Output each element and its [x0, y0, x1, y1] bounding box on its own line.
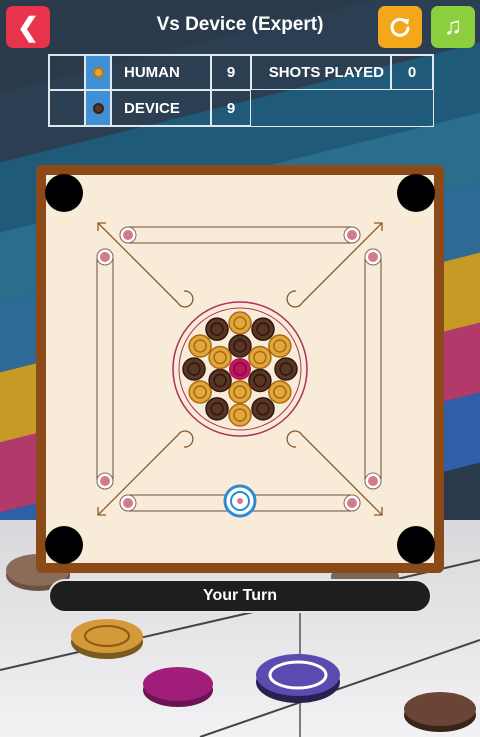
empty-cell — [49, 90, 85, 126]
pocket — [397, 526, 435, 564]
device-coin-cell — [85, 90, 111, 126]
light-coin-icon — [92, 67, 104, 78]
dark-coin — [274, 357, 298, 381]
pocket — [397, 174, 435, 212]
shots-played-value: 0 — [391, 55, 433, 90]
restart-button[interactable] — [378, 6, 422, 48]
light-coin — [228, 311, 252, 335]
carrom-board[interactable] — [36, 165, 444, 573]
player-score: 9 — [211, 55, 251, 90]
top-bar: ❮ Vs Device (Expert) ♫ — [0, 0, 480, 52]
dark-coin-icon — [92, 102, 104, 114]
restart-icon — [390, 17, 410, 37]
light-coin — [188, 380, 212, 404]
light-coin — [268, 334, 292, 358]
human-coin-cell — [85, 55, 111, 90]
dark-coin — [182, 357, 206, 381]
music-note-icon: ♫ — [444, 13, 462, 40]
player-name: HUMAN — [111, 55, 211, 90]
light-coin — [188, 334, 212, 358]
dark-coin — [205, 397, 229, 421]
dark-coin — [228, 334, 252, 358]
light-coin — [228, 380, 252, 404]
empty-cell — [49, 55, 85, 90]
music-button[interactable]: ♫ — [431, 6, 475, 48]
light-coin — [268, 380, 292, 404]
dark-coin — [251, 317, 275, 341]
light-coin — [248, 345, 272, 370]
dark-coin — [208, 368, 232, 393]
turn-indicator: Your Turn — [48, 579, 432, 613]
player-score: 9 — [211, 90, 251, 126]
shots-played-label: SHOTS PLAYED — [251, 55, 391, 90]
light-coin — [228, 403, 252, 427]
queen-coin — [229, 358, 251, 380]
dark-coin — [251, 397, 275, 421]
light-coin — [208, 345, 232, 370]
dark-coin — [205, 317, 229, 341]
striker[interactable] — [223, 484, 257, 518]
dark-coin — [248, 368, 272, 393]
pocket — [45, 174, 83, 212]
scoreboard: HUMAN DEVICE 9 9 SHOTS PLAYED 0 — [48, 54, 434, 127]
player-name: DEVICE — [111, 90, 211, 126]
pocket — [45, 526, 83, 564]
